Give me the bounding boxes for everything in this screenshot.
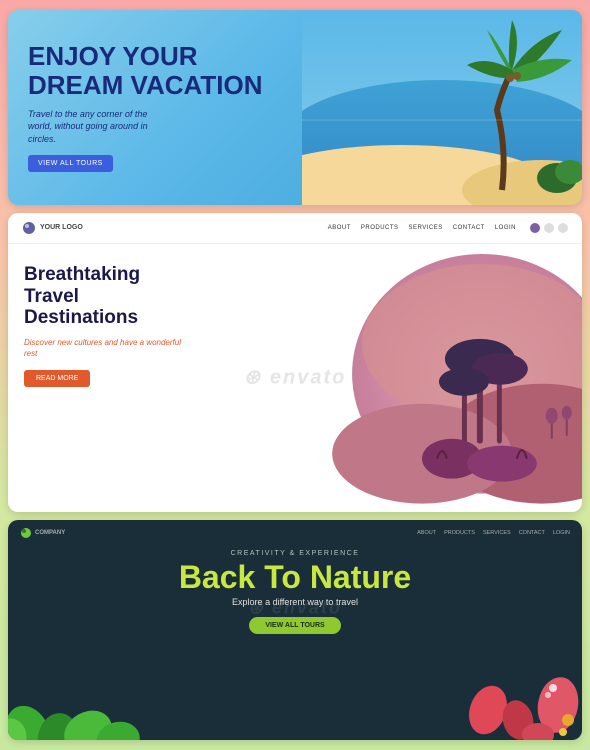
- nav-icon-2[interactable]: [544, 223, 554, 233]
- card3-logo-icon: [20, 527, 32, 539]
- card3-cta-button[interactable]: VIEW ALL TOURS: [249, 617, 340, 634]
- card2-subtitle: Discover new cultures and have a wonderf…: [24, 337, 192, 359]
- nav-icon-1[interactable]: [530, 223, 540, 233]
- card3-leaves: [8, 670, 582, 740]
- logo-icon: [22, 221, 36, 235]
- card2-navbar: YOUR LOGO ABOUT PRODUCTS SERVICES CONTAC…: [8, 213, 582, 244]
- card3-tagline: Explore a different way to travel: [8, 597, 582, 607]
- card2-cta-button[interactable]: READ MORE: [24, 370, 90, 387]
- card3-body: creativity & experience Back To Nature E…: [8, 546, 582, 634]
- card1-description: Travel to the any corner of the world, w…: [28, 108, 148, 146]
- card3-navbar: COMPANY ABOUT PRODUCTS SERVICES CONTACT …: [8, 520, 582, 546]
- card2-body: ⊛ envato Breathtaking Travel Destination…: [8, 244, 582, 510]
- card2-nav-icons: [530, 223, 568, 233]
- card3-headline: Back To Nature: [8, 561, 582, 593]
- card2-logo: YOUR LOGO: [22, 221, 83, 235]
- card2-nav-links: ABOUT PRODUCTS SERVICES CONTACT LOGIN: [328, 225, 516, 231]
- card-nature: COMPANY ABOUT PRODUCTS SERVICES CONTACT …: [8, 520, 582, 740]
- card1-headline: ENJOY YOUR DREAM VACATION: [28, 42, 562, 99]
- card2-headline: Breathtaking Travel Destinations: [24, 264, 192, 330]
- card-destinations: YOUR LOGO ABOUT PRODUCTS SERVICES CONTAC…: [8, 213, 582, 513]
- card2-left-content: Breathtaking Travel Destinations Discove…: [8, 244, 208, 510]
- card3-creativity: creativity & experience: [8, 550, 582, 557]
- card2-illustration: [242, 244, 582, 510]
- card-vacation: ENJOY YOUR DREAM VACATION Travel to the …: [8, 10, 582, 205]
- card3-nav-links: ABOUT PRODUCTS SERVICES CONTACT LOGIN: [417, 530, 570, 536]
- card3-logo: COMPANY: [20, 527, 65, 539]
- nav-icon-3[interactable]: [558, 223, 568, 233]
- card1-cta-button[interactable]: VIEW ALL TOURS: [28, 155, 113, 172]
